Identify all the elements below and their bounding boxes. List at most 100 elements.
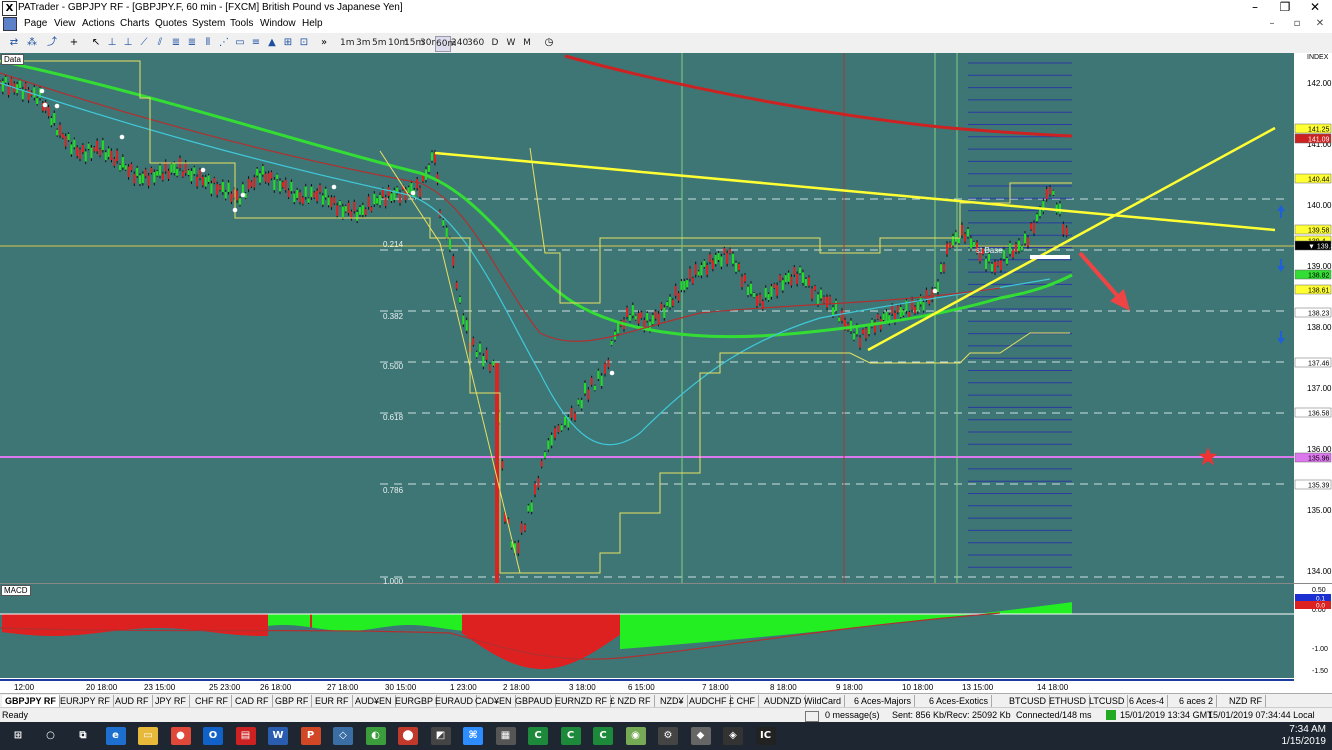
page-tab[interactable]: AUD¥EN bbox=[352, 695, 396, 707]
timeframe-30m[interactable]: 30m bbox=[420, 36, 440, 50]
page-tab[interactable]: JPY RF bbox=[152, 695, 190, 707]
page-tab[interactable]: 6 Aces-Exotics bbox=[926, 695, 993, 707]
link-icon[interactable]: ⁂ bbox=[26, 37, 38, 49]
taskbar-app-icon[interactable]: ◩ bbox=[430, 727, 451, 745]
taskbar-app-icon[interactable]: IC bbox=[755, 727, 776, 745]
taskbar-clock[interactable]: 7:34 AM 1/15/2019 bbox=[1282, 724, 1327, 748]
taskbar-search-icon[interactable]: ○ bbox=[40, 727, 61, 745]
taskbar-word-icon[interactable]: W bbox=[268, 727, 288, 745]
mdi-restore-button[interactable]: ▫ bbox=[1287, 18, 1307, 30]
page-tab[interactable]: EUR RF bbox=[312, 695, 353, 707]
taskbar-app-icon[interactable]: ◇ bbox=[333, 727, 353, 745]
maximize-button[interactable]: ❐ bbox=[1270, 0, 1300, 16]
price-chart[interactable]: 0.214 0.382 0.500 0.618 0.786 1.000 st Base 14… bbox=[0, 53, 1332, 693]
rectangle-icon[interactable]: ▭ bbox=[234, 37, 246, 49]
menu-window[interactable]: Window bbox=[260, 18, 296, 29]
page-tab[interactable]: WildCard bbox=[801, 695, 846, 707]
timeframe-w[interactable]: W bbox=[506, 36, 516, 50]
page-tab[interactable]: GBPJPY RF bbox=[2, 695, 60, 707]
menu-page[interactable]: Page bbox=[24, 18, 47, 29]
arrange-icon[interactable]: ⇄ bbox=[8, 37, 20, 49]
menu-tools[interactable]: Tools bbox=[230, 18, 253, 29]
taskbar-outlook-icon[interactable]: O bbox=[203, 727, 223, 745]
chart-icon[interactable]: ⤴ bbox=[46, 37, 58, 49]
timeframe-5m[interactable]: 5m bbox=[372, 36, 387, 50]
page-tab[interactable]: EURAUD bbox=[432, 695, 478, 707]
timeframe-60m[interactable]: 60m bbox=[435, 36, 456, 52]
page-tab[interactable]: CAD RF bbox=[232, 695, 273, 707]
page-tab[interactable]: NZD¥ bbox=[657, 695, 688, 707]
page-tab[interactable]: GBP RF bbox=[272, 695, 313, 707]
channel-icon[interactable]: ⫽ bbox=[154, 37, 166, 49]
status-messages[interactable]: 0 message(s) bbox=[825, 710, 880, 720]
fibonacci-icon[interactable]: ≣ bbox=[170, 37, 182, 49]
taskbar-app-icon[interactable]: ◐ bbox=[365, 727, 386, 745]
trendline-icon[interactable]: ⟋ bbox=[138, 37, 150, 49]
page-tab[interactable]: 6 Aces-4 bbox=[1126, 695, 1169, 707]
taskbar-powerpoint-icon[interactable]: P bbox=[300, 727, 321, 745]
page-tab[interactable]: AUDCHF bbox=[686, 695, 731, 707]
chart-panel[interactable]: 0.214 0.382 0.500 0.618 0.786 1.000 st Base 14… bbox=[0, 53, 1332, 693]
page-tab[interactable]: AUDNZD bbox=[761, 695, 806, 707]
fib-time-icon[interactable]: ⦀ bbox=[202, 37, 214, 49]
horizontal-line-icon[interactable]: ⊥ bbox=[106, 37, 118, 49]
timeframe-15m[interactable]: 15m bbox=[404, 36, 424, 50]
taskbar-camtasia-icon[interactable]: C bbox=[528, 727, 548, 745]
overflow-chevron-icon[interactable]: » bbox=[318, 37, 330, 49]
taskbar-edge-icon[interactable]: e bbox=[105, 727, 126, 745]
menu-quotes[interactable]: Quotes bbox=[155, 18, 187, 29]
taskbar-app-icon[interactable]: ▤ bbox=[235, 727, 256, 745]
taskbar-app-icon[interactable]: ⬤ bbox=[398, 727, 418, 745]
taskbar-app-icon[interactable]: C bbox=[593, 727, 613, 745]
gann-icon[interactable]: ⋰ bbox=[218, 37, 230, 49]
menu-actions[interactable]: Actions bbox=[82, 18, 115, 29]
taskbar-calculator-icon[interactable]: ▦ bbox=[495, 727, 516, 745]
timeframe-360[interactable]: 360 bbox=[467, 36, 484, 50]
taskbar-app-icon[interactable]: ⚙ bbox=[658, 727, 678, 745]
page-tab[interactable]: EURJPY RF bbox=[57, 695, 114, 707]
timeframe-10m[interactable]: 10m bbox=[388, 36, 408, 50]
timeframe-1m[interactable]: 1m bbox=[340, 36, 355, 50]
taskbar-zoom-icon[interactable]: ⌘ bbox=[463, 727, 483, 745]
taskbar-camtasia-icon[interactable]: C bbox=[560, 727, 581, 745]
cycle-icon[interactable]: ⊞ bbox=[282, 37, 294, 49]
text-tool-icon[interactable]: ≡ bbox=[250, 37, 262, 49]
page-tab[interactable]: AUD RF bbox=[112, 695, 153, 707]
taskbar-app-icon[interactable]: ◆ bbox=[690, 727, 711, 745]
page-tab[interactable]: 6 aces 2 bbox=[1176, 695, 1218, 707]
menu-system[interactable]: System bbox=[192, 18, 225, 29]
menu-help[interactable]: Help bbox=[302, 18, 323, 29]
minimize-button[interactable]: – bbox=[1240, 0, 1270, 16]
page-tab[interactable]: LTCUSD bbox=[1086, 695, 1129, 707]
clock-icon[interactable]: ◷ bbox=[543, 37, 555, 49]
taskbar-task-view-icon[interactable]: ⧉ bbox=[73, 727, 93, 745]
fib-extension-icon[interactable]: ≣ bbox=[186, 37, 198, 49]
timeframe-3m[interactable]: 3m bbox=[356, 36, 371, 50]
pitchfork-icon[interactable]: ▲ bbox=[266, 37, 278, 49]
vertical-line-icon[interactable]: ⊥ bbox=[122, 37, 134, 49]
page-tab[interactable]: EURGBP bbox=[392, 695, 438, 707]
page-tab[interactable]: ETHUSD bbox=[1046, 695, 1091, 707]
page-tab[interactable]: 6 Aces-Majors bbox=[851, 695, 916, 707]
mdi-minimize-button[interactable]: – bbox=[1262, 18, 1282, 30]
page-tab[interactable]: CAD¥EN bbox=[472, 695, 516, 707]
page-tab[interactable]: £ CHF bbox=[726, 695, 760, 707]
taskbar-app-icon[interactable]: ◉ bbox=[625, 727, 646, 745]
message-icon[interactable] bbox=[805, 711, 819, 722]
menu-charts[interactable]: Charts bbox=[120, 18, 149, 29]
speed-icon[interactable]: ⊡ bbox=[298, 37, 310, 49]
close-button[interactable]: ✕ bbox=[1300, 0, 1330, 16]
timeframe-d[interactable]: D bbox=[490, 36, 500, 50]
page-tab[interactable]: BTCUSD bbox=[1006, 695, 1051, 707]
pointer-icon[interactable]: ↖ bbox=[90, 37, 102, 49]
taskbar-app-icon[interactable]: ◈ bbox=[723, 727, 743, 745]
taskbar-windows-start-icon[interactable]: ⊞ bbox=[8, 727, 28, 745]
page-tab[interactable]: EURNZD RF bbox=[552, 695, 611, 707]
timeframe-240[interactable]: 240 bbox=[451, 36, 468, 50]
page-tab[interactable]: NZD RF bbox=[1226, 695, 1266, 707]
page-tab[interactable]: CHF RF bbox=[192, 695, 232, 707]
taskbar-file-explorer-icon[interactable]: ▭ bbox=[138, 727, 158, 745]
mdi-close-button[interactable]: ✕ bbox=[1310, 18, 1330, 30]
taskbar-chrome-icon[interactable]: ● bbox=[170, 727, 191, 745]
timeframe-m[interactable]: M bbox=[522, 36, 532, 50]
